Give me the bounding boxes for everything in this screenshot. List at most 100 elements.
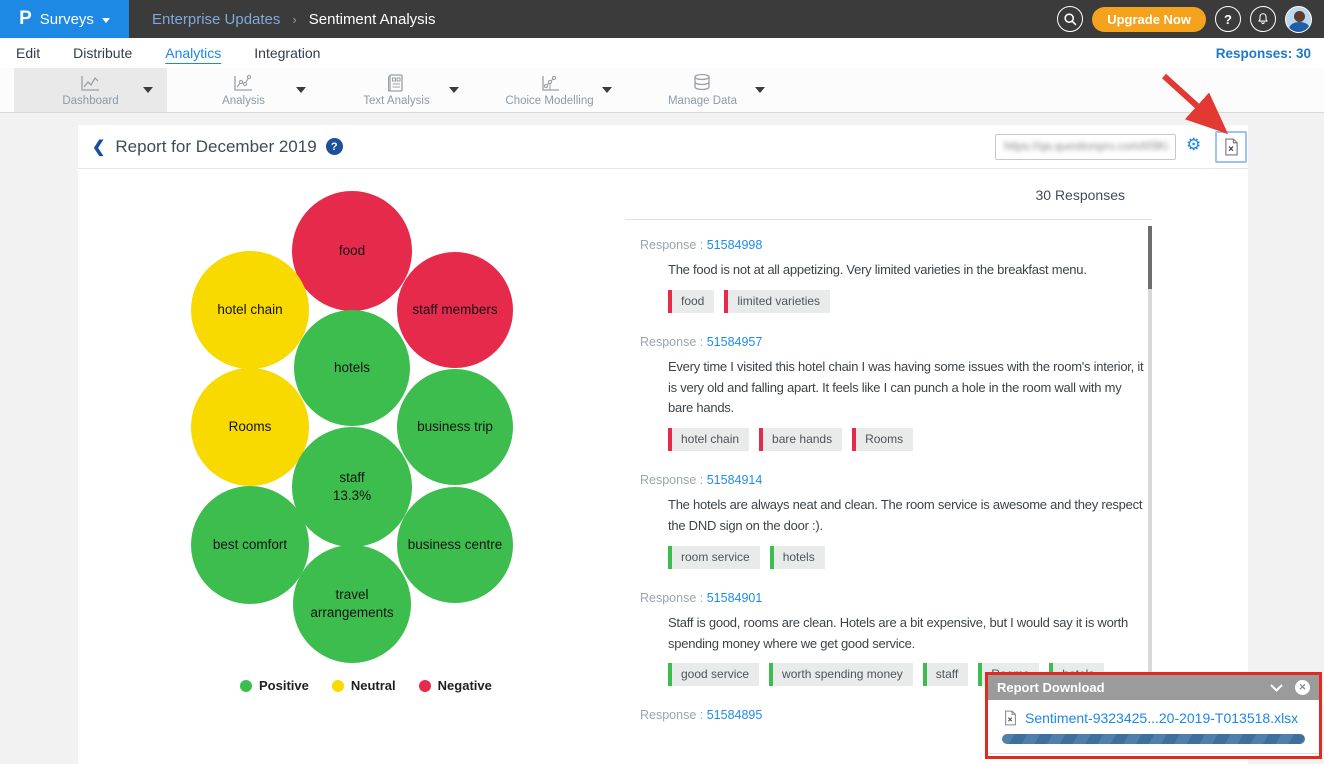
scatter-chart-icon xyxy=(231,73,255,93)
sentiment-tag[interactable]: limited varieties xyxy=(724,290,830,313)
settings-gear-icon[interactable]: ⚙ xyxy=(1186,136,1201,153)
help-button[interactable]: ? xyxy=(1215,6,1241,32)
bubble-business-centre[interactable]: business centre xyxy=(397,487,513,603)
bubble-staff-members[interactable]: staff members xyxy=(397,252,513,368)
bubble-business-trip[interactable]: business trip xyxy=(397,369,513,485)
response-item: Response : 51584957 Every time I visited… xyxy=(640,335,1152,451)
response-id-link[interactable]: 51584901 xyxy=(707,591,763,605)
notifications-button[interactable] xyxy=(1250,6,1276,32)
app-logo[interactable]: P Surveys xyxy=(0,0,129,38)
upgrade-now-button[interactable]: Upgrade Now xyxy=(1092,7,1206,32)
collapse-panel-button[interactable] xyxy=(1270,684,1283,692)
bubble-best-comfort[interactable]: best comfort xyxy=(191,486,309,604)
export-excel-button[interactable] xyxy=(1215,131,1247,163)
tab-text-analysis[interactable]: Text Analysis xyxy=(320,68,473,112)
menu-item-analytics[interactable]: Analytics xyxy=(165,45,221,61)
sentiment-tag[interactable]: good service xyxy=(668,663,759,686)
legend-dot xyxy=(332,680,344,692)
bubble-staff[interactable]: staff13.3% xyxy=(292,427,412,547)
response-label: Response : xyxy=(640,335,707,349)
excel-file-icon xyxy=(1004,710,1017,726)
response-item: Response : 51584998 The food is not at a… xyxy=(640,238,1152,313)
response-id-link[interactable]: 51584957 xyxy=(707,335,763,349)
bubble-label: food xyxy=(339,242,365,260)
legend-item-positive: Positive xyxy=(240,678,309,693)
sentiment-bubble-chart: food hotel chain staff members hotels Rooms b… xyxy=(78,169,638,729)
legend-dot xyxy=(419,680,431,692)
scrollbar-thumb[interactable] xyxy=(1148,226,1152,289)
sentiment-tag[interactable]: hotel chain xyxy=(668,428,749,451)
bubble-rooms[interactable]: Rooms xyxy=(191,368,309,486)
legend-dot xyxy=(240,680,252,692)
dashboard-dropdown-caret[interactable] xyxy=(143,87,153,93)
legend-item-negative: Negative xyxy=(419,678,492,693)
user-avatar[interactable] xyxy=(1285,6,1312,33)
back-button[interactable]: ❮ xyxy=(92,137,105,157)
bubble-label: hotel chain xyxy=(217,301,282,319)
tab-dashboard[interactable]: Dashboard xyxy=(14,68,167,112)
share-url-field[interactable]: https://qa.questionpro.com/t/0lKi xyxy=(995,134,1176,160)
chart-legend: Positive Neutral Negative xyxy=(240,678,492,693)
bubble-label: Rooms xyxy=(229,418,272,436)
sentiment-tag[interactable]: worth spending money xyxy=(769,663,913,686)
close-panel-button[interactable]: ✕ xyxy=(1295,680,1310,695)
download-panel-divider xyxy=(988,753,1319,754)
sentiment-tag[interactable]: hotels xyxy=(770,546,825,569)
bubble-label: staff members xyxy=(412,301,497,319)
bubble-label: hotels xyxy=(334,359,370,377)
text-analysis-dropdown-caret[interactable] xyxy=(449,87,459,93)
legend-label: Neutral xyxy=(351,678,396,693)
model-chart-icon xyxy=(538,73,562,93)
document-icon xyxy=(385,73,407,93)
bubble-food[interactable]: food xyxy=(292,191,412,311)
response-item: Response : 51584914 The hotels are alway… xyxy=(640,473,1152,569)
bell-icon xyxy=(1256,12,1270,26)
bubble-label: business centre xyxy=(408,536,503,554)
sentiment-tag[interactable]: food xyxy=(668,290,714,313)
choice-modelling-dropdown-caret[interactable] xyxy=(602,87,612,93)
breadcrumb: Enterprise Updates › Sentiment Analysis xyxy=(152,11,435,28)
response-head: Response : 51584901 xyxy=(640,591,1152,605)
response-label: Response : xyxy=(640,473,707,487)
sentiment-tag[interactable]: Rooms xyxy=(852,428,913,451)
sentiment-tag[interactable]: room service xyxy=(668,546,760,569)
topbar-actions: Upgrade Now ? xyxy=(1057,6,1324,33)
sentiment-tag[interactable]: bare hands xyxy=(759,428,842,451)
response-head: Response : 51584998 xyxy=(640,238,1152,252)
avatar-body xyxy=(1289,22,1310,33)
bubble-hotels[interactable]: hotels xyxy=(294,310,410,426)
response-list: Response : 51584998 The food is not at a… xyxy=(625,220,1152,722)
breadcrumb-survey-name[interactable]: Enterprise Updates xyxy=(152,11,280,28)
response-text: Every time I visited this hotel chain I … xyxy=(668,357,1146,419)
manage-data-dropdown-caret[interactable] xyxy=(755,87,765,93)
download-file-link[interactable]: Sentiment-9323425...20-2019-T013518.xlsx xyxy=(1025,710,1298,726)
download-progress-bar xyxy=(1002,734,1305,744)
response-id-link[interactable]: 51584914 xyxy=(707,473,763,487)
analysis-dropdown-caret[interactable] xyxy=(296,87,306,93)
line-chart-icon xyxy=(78,73,102,93)
responses-count: Responses: 30 xyxy=(1216,46,1324,61)
tab-choice-modelling[interactable]: Choice Modelling xyxy=(473,68,626,112)
response-id-link[interactable]: 51584998 xyxy=(707,238,763,252)
bubble-label: staff xyxy=(339,469,364,487)
response-id-link[interactable]: 51584895 xyxy=(707,708,763,722)
bubble-hotel-chain[interactable]: hotel chain xyxy=(191,251,309,369)
database-icon xyxy=(691,73,713,93)
search-icon xyxy=(1063,12,1077,26)
response-tags: room service hotels xyxy=(668,546,1152,569)
menu-item-integration[interactable]: Integration xyxy=(254,45,320,61)
sentiment-tag[interactable]: staff xyxy=(923,663,968,686)
avatar-head xyxy=(1294,11,1305,22)
response-label: Response : xyxy=(640,708,707,722)
excel-file-icon xyxy=(1224,138,1239,156)
bubble-label: business trip xyxy=(417,418,493,436)
download-panel-header[interactable]: Report Download ✕ xyxy=(988,675,1319,700)
menu-item-distribute[interactable]: Distribute xyxy=(73,45,132,61)
report-help-icon[interactable]: ? xyxy=(326,138,343,155)
menu-item-edit[interactable]: Edit xyxy=(16,45,40,61)
bubble-travel-arrangements[interactable]: travel arrangements xyxy=(293,545,411,663)
legend-item-neutral: Neutral xyxy=(332,678,396,693)
tab-manage-data[interactable]: Manage Data xyxy=(626,68,779,112)
tab-analysis[interactable]: Analysis xyxy=(167,68,320,112)
search-button[interactable] xyxy=(1057,6,1083,32)
